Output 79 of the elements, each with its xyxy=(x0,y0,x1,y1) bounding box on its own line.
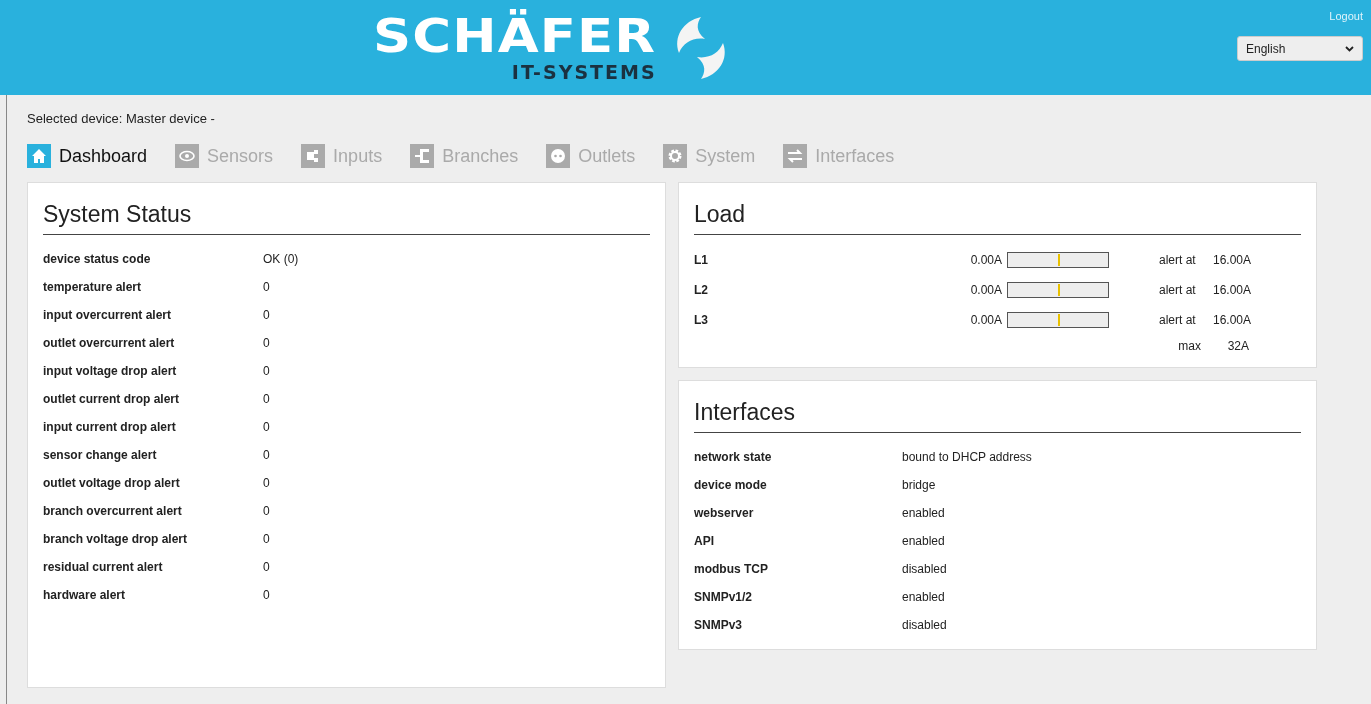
interface-label: network state xyxy=(694,450,773,464)
status-label: branch voltage drop alert xyxy=(43,532,189,546)
interface-label: SNMPv1/2 xyxy=(694,590,754,604)
phase-label: L1 xyxy=(694,253,709,267)
alert-value: 16.00A xyxy=(1213,253,1253,267)
status-value: 0 xyxy=(263,392,270,406)
logo-tagline: IT-SYSTEMS xyxy=(511,60,657,83)
alert-label: alert at xyxy=(1159,313,1197,327)
nav-tab[interactable]: Interfaces xyxy=(783,144,895,168)
status-value: 0 xyxy=(263,560,270,574)
status-value: 0 xyxy=(263,588,270,602)
alert-label: alert at xyxy=(1159,283,1197,297)
interface-value: disabled xyxy=(902,618,947,632)
nav-tab[interactable]: Dashboard xyxy=(27,144,148,168)
status-label: temperature alert xyxy=(43,280,143,294)
interface-value: enabled xyxy=(902,534,945,548)
panel-title: System Status xyxy=(43,197,650,235)
status-value: 0 xyxy=(263,476,270,490)
interface-value: enabled xyxy=(902,590,945,604)
interface-value: enabled xyxy=(902,506,945,520)
alert-value: 16.00A xyxy=(1213,283,1253,297)
alert-marker xyxy=(1058,314,1060,326)
status-value: 0 xyxy=(263,420,270,434)
status-label: device status code xyxy=(43,252,152,266)
max-value: 32A xyxy=(1226,339,1249,353)
panel-title: Load xyxy=(694,197,1301,235)
selected-device-text: Selected device: Master device - xyxy=(27,111,216,126)
status-label: input voltage drop alert xyxy=(43,364,178,378)
status-value: 0 xyxy=(263,364,270,378)
arrows-icon xyxy=(783,144,808,168)
nav-tab[interactable]: Outlets xyxy=(546,144,636,168)
status-label: input current drop alert xyxy=(43,420,177,434)
status-label: outlet voltage drop alert xyxy=(43,476,181,490)
status-label: input overcurrent alert xyxy=(43,308,173,322)
interface-value: bridge xyxy=(902,478,936,492)
status-value: 0 xyxy=(263,504,270,518)
status-value: 0 xyxy=(263,336,270,350)
interface-value: bound to DHCP address xyxy=(902,450,1032,464)
interface-label: device mode xyxy=(694,478,768,492)
phase-label: L3 xyxy=(694,313,709,327)
interface-label: SNMPv3 xyxy=(694,618,744,632)
current-reading: 0.00A xyxy=(969,283,1002,297)
status-value: 0 xyxy=(263,308,270,322)
nav-tab[interactable]: Branches xyxy=(410,144,519,168)
status-label: hardware alert xyxy=(43,588,127,602)
max-label: max xyxy=(1177,339,1201,353)
current-reading: 0.00A xyxy=(969,313,1002,327)
current-reading: 0.00A xyxy=(969,253,1002,267)
eye-icon xyxy=(175,144,200,168)
interface-label: modbus TCP xyxy=(694,562,769,576)
alert-value: 16.00A xyxy=(1213,313,1253,327)
status-value: 0 xyxy=(263,448,270,462)
nav-tab[interactable]: Sensors xyxy=(175,144,274,168)
interface-label: API xyxy=(694,534,715,548)
status-value: 0 xyxy=(263,532,270,546)
alert-marker xyxy=(1058,284,1060,296)
home-icon xyxy=(27,144,51,168)
status-value: OK (0) xyxy=(263,252,299,266)
status-label: sensor change alert xyxy=(43,448,158,462)
logout-link[interactable]: Logout xyxy=(1329,10,1363,22)
language-select[interactable]: English xyxy=(1237,36,1363,61)
nav-tab[interactable]: Inputs xyxy=(301,144,383,168)
status-label: residual current alert xyxy=(43,560,164,574)
alert-label: alert at xyxy=(1159,253,1197,267)
interface-label: webserver xyxy=(694,506,755,520)
interface-value: disabled xyxy=(902,562,947,576)
chevron-down-icon xyxy=(1345,45,1354,52)
status-label: outlet overcurrent alert xyxy=(43,336,176,350)
status-label: outlet current drop alert xyxy=(43,392,180,406)
branch-icon xyxy=(410,144,435,168)
plug-icon xyxy=(301,144,326,168)
panel-title: Interfaces xyxy=(694,395,1301,433)
alert-marker xyxy=(1058,254,1060,266)
socket-icon xyxy=(546,144,571,168)
nav-tab[interactable]: System xyxy=(663,144,756,168)
phase-label: L2 xyxy=(694,283,709,297)
gear-icon xyxy=(663,144,688,168)
status-value: 0 xyxy=(263,280,270,294)
status-label: branch overcurrent alert xyxy=(43,504,183,518)
